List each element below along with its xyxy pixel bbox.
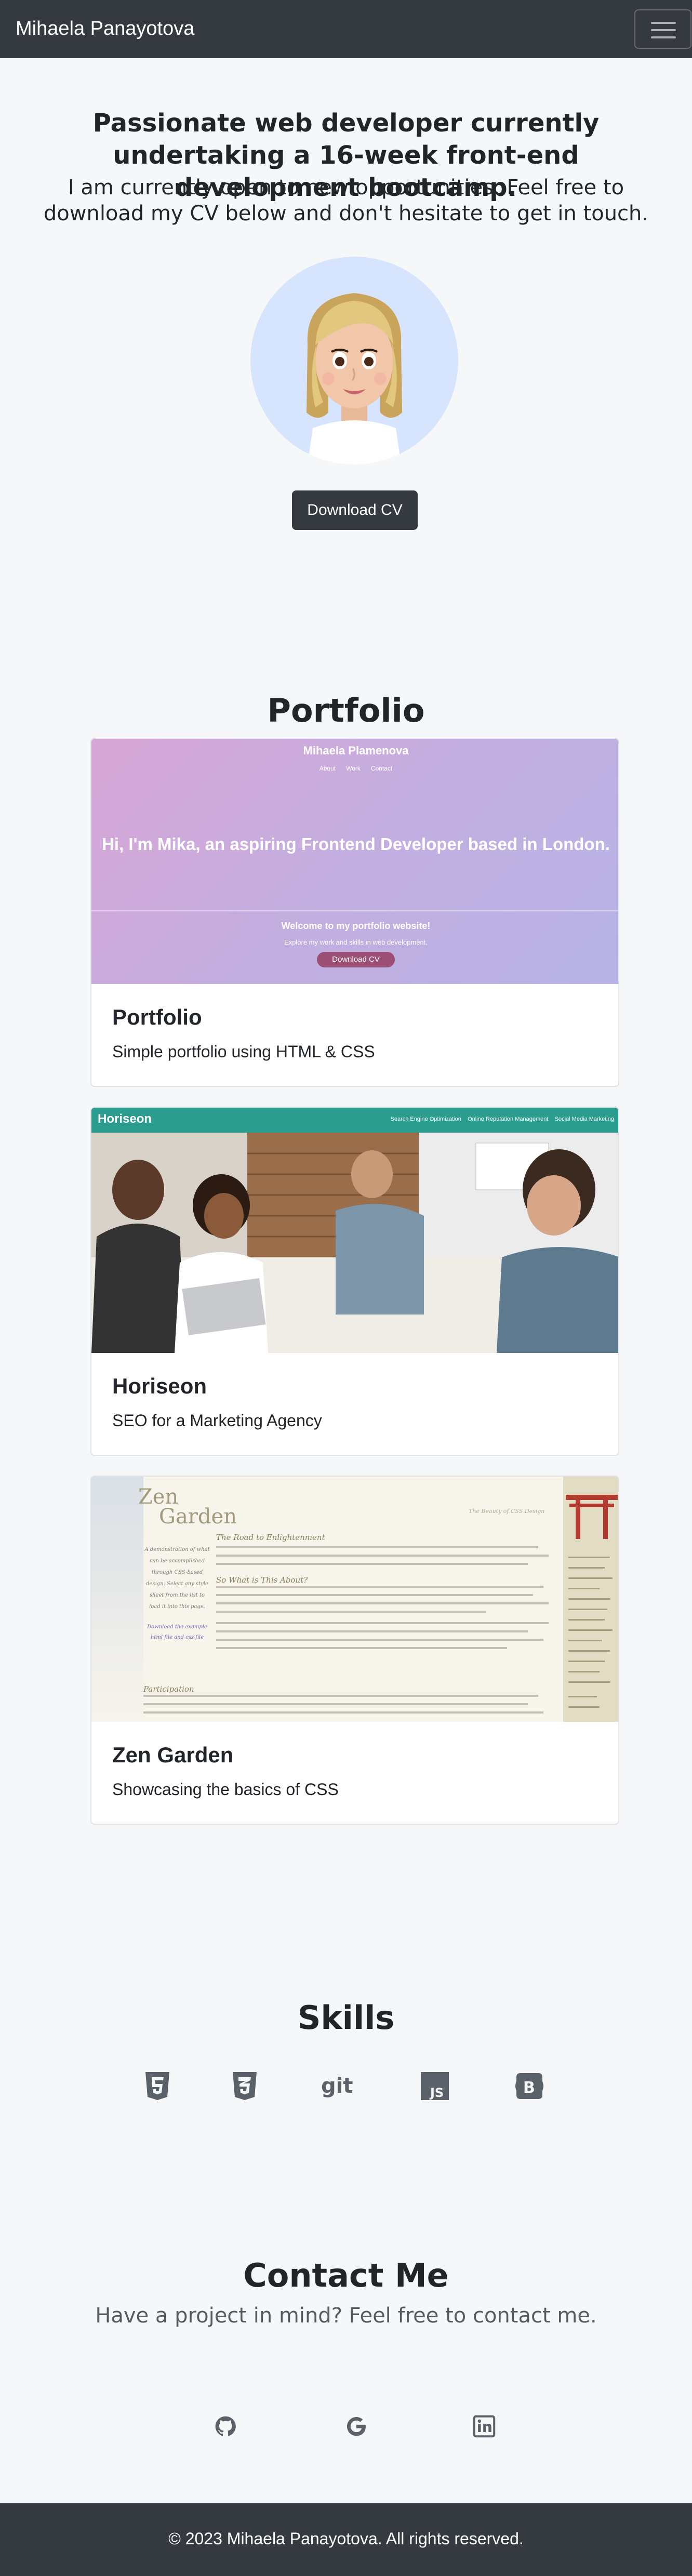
portfolio-card-portfolio[interactable]: Mihaela Plamenova About Work Contact Hi,… bbox=[90, 738, 619, 1087]
hamburger-menu-icon bbox=[651, 22, 676, 24]
footer-copyright: © 2023 Mihaela Panayotova. All rights re… bbox=[168, 2529, 524, 2548]
contact-subtitle: Have a project in mind? Feel free to con… bbox=[95, 2304, 597, 2328]
svg-text:B: B bbox=[523, 2079, 535, 2097]
avatar bbox=[250, 257, 458, 464]
preview-heading-1: The Road to Enlightenment bbox=[216, 1533, 325, 1542]
card-text: SEO for a Marketing Agency bbox=[112, 1411, 322, 1430]
horiseon-preview-image: Horiseon Search Engine Optimization Onli… bbox=[91, 1108, 618, 1353]
preview-title: Zen Garden bbox=[138, 1485, 237, 1529]
preview-body-text-lines-2 bbox=[143, 1695, 543, 1714]
preview-tagline: The Beauty of CSS Design bbox=[469, 1508, 545, 1515]
navbar: Mihaela Panayotova bbox=[0, 0, 692, 58]
card-title: Portfolio bbox=[112, 1005, 202, 1029]
google-icon[interactable] bbox=[345, 2415, 368, 2438]
portfolio-heading: Portfolio bbox=[267, 692, 425, 729]
bootstrap-icon: B bbox=[515, 2073, 543, 2099]
download-cv-button[interactable]: Download CV bbox=[292, 490, 418, 530]
svg-text:git: git bbox=[321, 2074, 353, 2098]
svg-text:JS: JS bbox=[429, 2086, 444, 2100]
preview-divider bbox=[91, 910, 618, 911]
hero-subtitle: I am currently open to new opportunities… bbox=[43, 176, 649, 225]
preview-explore: Explore my work and skills in web develo… bbox=[284, 938, 428, 946]
git-icon: git bbox=[321, 2074, 353, 2098]
torii-gate-icon bbox=[566, 1495, 618, 1539]
navbar-brand[interactable]: Mihaela Panayotova bbox=[16, 18, 194, 40]
linkedin-icon[interactable] bbox=[473, 2415, 496, 2438]
card-text: Simple portfolio using HTML & CSS bbox=[112, 1042, 375, 1061]
preview-site-name: Mihaela Plamenova bbox=[303, 744, 409, 757]
html5-icon bbox=[145, 2072, 169, 2100]
preview-sidebar-lines bbox=[568, 1557, 613, 1708]
card-text: Showcasing the basics of CSS bbox=[112, 1780, 339, 1799]
card-title: Horiseon bbox=[112, 1374, 207, 1398]
css3-icon bbox=[233, 2072, 257, 2100]
office-photo bbox=[91, 1133, 618, 1353]
memoji-avatar-icon bbox=[307, 293, 402, 464]
navbar-toggle-button[interactable] bbox=[634, 9, 691, 49]
contact-heading: Contact Me bbox=[243, 2256, 449, 2294]
github-icon[interactable] bbox=[214, 2415, 237, 2438]
javascript-icon: JS bbox=[421, 2072, 449, 2100]
preview-headline: Hi, I'm Mika, an aspiring Frontend Devel… bbox=[102, 834, 610, 854]
footer: © 2023 Mihaela Panayotova. All rights re… bbox=[0, 2503, 692, 2576]
portfolio-card-zen-garden[interactable]: Zen Garden The Beauty of CSS Design The … bbox=[90, 1476, 619, 1825]
portfolio-card-horiseon[interactable]: Horiseon Search Engine Optimization Onli… bbox=[90, 1107, 619, 1456]
card-title: Zen Garden bbox=[112, 1743, 234, 1767]
skills-heading: Skills bbox=[297, 1999, 395, 2037]
preview-welcome: Welcome to my portfolio website! bbox=[281, 921, 431, 931]
preview-nav: Search Engine Optimization Online Reputa… bbox=[390, 1116, 615, 1122]
preview-logo: Horiseon bbox=[98, 1112, 152, 1126]
portfolio-preview-image: Mihaela Plamenova About Work Contact Hi,… bbox=[91, 739, 618, 984]
preview-download-button: Download CV bbox=[317, 952, 395, 967]
preview-left-text: A demonstration of what can be accomplis… bbox=[144, 1547, 210, 1610]
preview-nav: About Work Contact bbox=[319, 765, 393, 772]
zen-garden-preview-image: Zen Garden The Beauty of CSS Design The … bbox=[91, 1477, 618, 1722]
